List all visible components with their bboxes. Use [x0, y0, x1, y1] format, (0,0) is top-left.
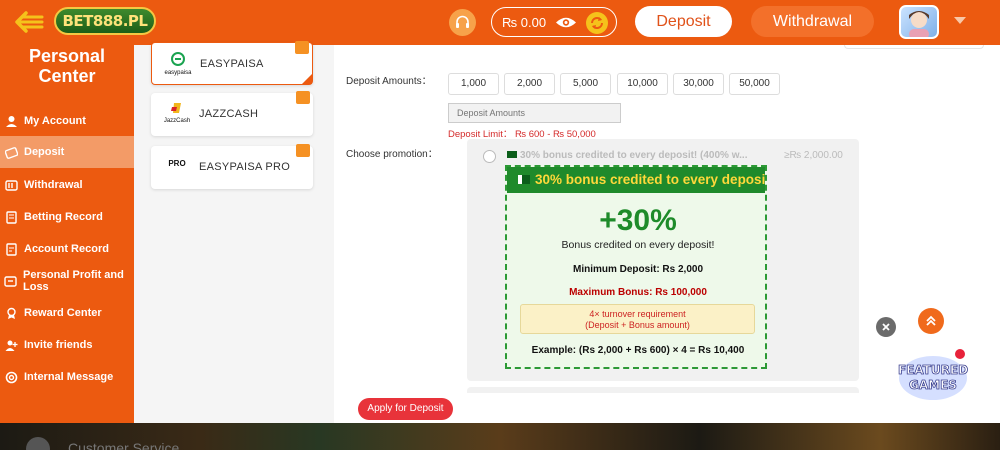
thumbs-up-icon — [296, 91, 310, 104]
method-easypaisa[interactable]: easypaisa EASYPAISA — [151, 41, 313, 85]
footer-banner: Customer Service — [0, 423, 1000, 450]
top-bar: BET888.PL ₨ 0.00 Deposit Withdrawal — [0, 0, 1000, 45]
sidebar-item-invite-friends[interactable]: Invite friends — [0, 329, 134, 361]
turnover-requirement: 4× turnover requirement (Deposit + Bonus… — [520, 304, 755, 334]
headset-icon[interactable] — [449, 9, 476, 36]
close-icon[interactable] — [876, 317, 896, 337]
bonus-example: Example: (Rs 2,000 + Rs 600) × 4 = Rs 10… — [531, 345, 745, 356]
amount-option[interactable]: 50,000 — [729, 73, 780, 95]
svg-text:GAMES: GAMES — [909, 378, 957, 392]
thumbs-up-icon — [295, 41, 309, 54]
promotion-title: 30% bonus credited to every deposit! (40… — [507, 150, 765, 161]
deposit-amounts-label: Deposit Amounts： — [346, 76, 432, 87]
svg-text:FEATURED: FEATURED — [898, 363, 968, 377]
easypaisa-logo-icon: easypaisa — [162, 52, 194, 78]
amount-option[interactable]: 1,000 — [448, 73, 499, 95]
deposit-limit-text: Deposit Limit： ₨ 600 - ₨ 50,000 — [448, 129, 596, 140]
selected-check-icon — [302, 74, 312, 84]
avatar[interactable] — [899, 5, 939, 39]
refresh-icon[interactable] — [586, 12, 608, 34]
balance-display: ₨ 0.00 — [491, 7, 617, 37]
eye-icon[interactable] — [555, 15, 577, 30]
pakistan-flag-icon — [518, 175, 530, 184]
sidebar: Personal Center My Account Deposit Withd… — [0, 45, 134, 423]
deposit-amount-input[interactable] — [448, 103, 621, 123]
reward-icon — [4, 306, 18, 320]
withdrawal-button[interactable]: Withdrawal — [751, 6, 874, 37]
deposit-button[interactable]: Deposit — [635, 6, 732, 37]
jazzcash-logo-icon: JazzCash — [161, 102, 193, 128]
sidebar-item-account-record[interactable]: Account Record — [0, 233, 134, 265]
minimum-deposit: Minimum Deposit: Rs 2,000 — [572, 264, 704, 275]
amount-option[interactable]: 30,000 — [673, 73, 724, 95]
sidebar-item-withdrawal[interactable]: Withdrawal — [0, 169, 134, 201]
collapsed-section-edge — [844, 45, 984, 49]
account-record-icon — [4, 242, 18, 256]
sidebar-item-deposit[interactable]: Deposit — [0, 136, 134, 168]
sidebar-item-my-account[interactable]: My Account — [0, 105, 134, 137]
choose-promotion-label: Choose promotion： — [346, 149, 438, 160]
chevron-down-icon[interactable] — [954, 17, 966, 24]
sidebar-item-reward-center[interactable]: Reward Center — [0, 297, 134, 329]
promotion-details-card: 30% bonus credited to every deposit +30%… — [505, 165, 767, 369]
easypaisa-pro-logo-icon: PRO — [168, 159, 186, 168]
back-arrow-icon[interactable] — [14, 9, 44, 35]
apply-for-deposit-button[interactable]: Apply for Deposit — [358, 398, 453, 420]
amount-option[interactable]: 10,000 — [617, 73, 668, 95]
maximum-bonus: Maximum Bonus: Rs 100,000 — [569, 287, 707, 298]
site-logo[interactable]: BET888.PL — [54, 7, 156, 35]
deposit-icon — [4, 145, 18, 159]
customer-service-link[interactable]: Customer Service — [68, 440, 179, 450]
promotion-card-header: 30% bonus credited to every deposit — [507, 167, 765, 193]
message-icon — [4, 370, 18, 384]
featured-games-icon[interactable]: FEATURED GAMES — [896, 348, 970, 404]
customer-service-icon[interactable] — [26, 437, 50, 450]
sidebar-item-profit-loss[interactable]: Personal Profit and Loss — [0, 265, 134, 297]
sidebar-item-betting-record[interactable]: Betting Record — [0, 201, 134, 233]
promotion-option-next[interactable] — [467, 387, 859, 393]
profit-icon — [4, 274, 17, 288]
balance-amount: ₨ 0.00 — [502, 15, 547, 30]
bonus-subtitle: Bonus credited on every deposit! — [561, 239, 715, 251]
payment-method-list: easypaisa EASYPAISA JazzCash JAZZCASH PR… — [134, 41, 334, 423]
method-easypaisa-pro[interactable]: PRO EASYPAISA PRO — [151, 144, 313, 189]
invite-icon — [4, 338, 18, 352]
scroll-up-icon[interactable] — [918, 308, 944, 334]
withdraw-icon — [4, 178, 18, 192]
promotion-min-deposit: ≥₨ 2,000.00 — [784, 150, 843, 161]
bonus-percentage: +30% — [599, 204, 677, 237]
amount-option[interactable]: 2,000 — [504, 73, 555, 95]
sidebar-item-internal-message[interactable]: Internal Message — [0, 361, 134, 393]
record-icon — [4, 210, 18, 224]
thumbs-up-icon — [296, 144, 310, 157]
pakistan-flag-icon — [507, 151, 517, 158]
promotion-radio[interactable] — [483, 150, 496, 163]
amount-option[interactable]: 5,000 — [560, 73, 611, 95]
method-jazzcash[interactable]: JazzCash JAZZCASH — [151, 91, 313, 136]
user-icon — [4, 114, 18, 128]
sidebar-title: Personal Center — [28, 46, 106, 86]
